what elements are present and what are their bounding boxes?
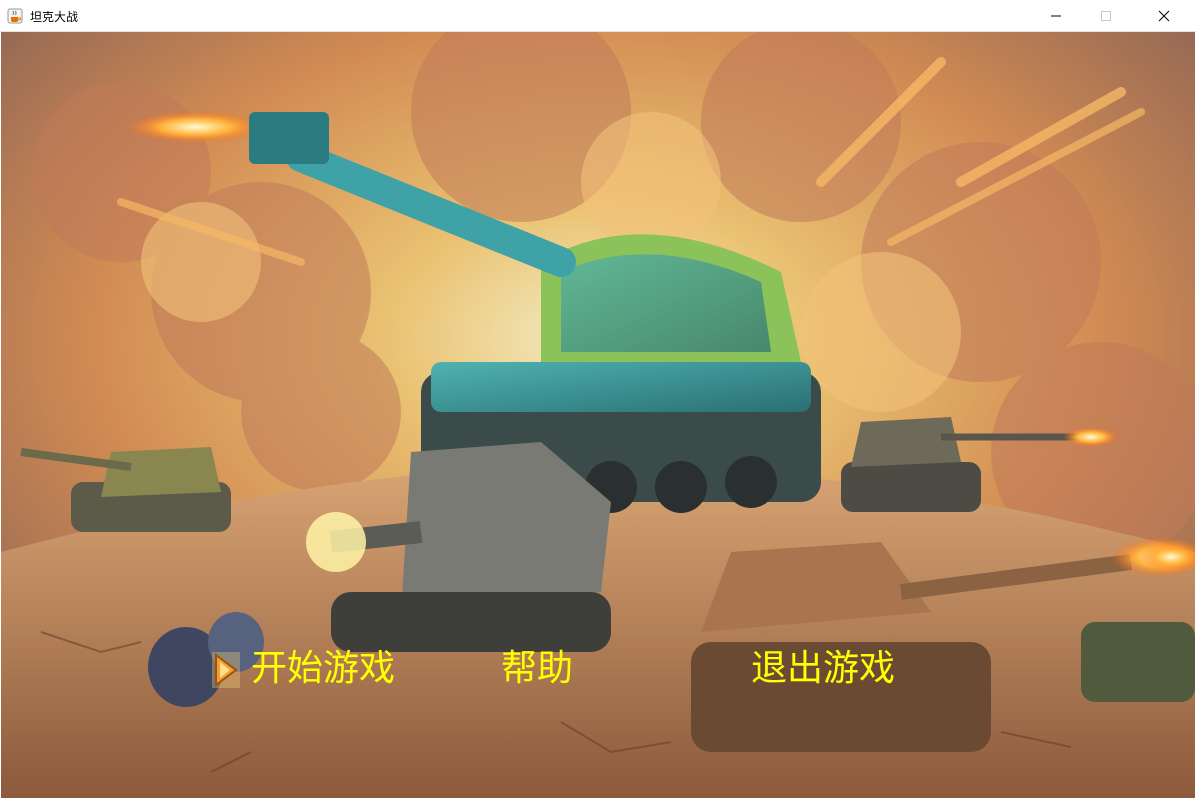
triangle-right-icon xyxy=(212,652,240,688)
maximize-button[interactable] xyxy=(1082,0,1128,31)
battle-background-illustration xyxy=(1,32,1195,798)
title-bar[interactable]: 坦克大战 xyxy=(0,0,1196,32)
window-title: 坦克大战 xyxy=(30,10,79,24)
close-button[interactable] xyxy=(1140,0,1186,31)
game-canvas[interactable]: 开始游戏 帮助 退出游戏 xyxy=(1,32,1195,798)
close-icon xyxy=(1158,10,1170,22)
java-coffee-icon xyxy=(7,8,23,24)
app-window: 坦克大战 开始游戏 帮助 退出游戏 xyxy=(0,0,1196,798)
minimize-icon xyxy=(1051,15,1061,17)
menu-help[interactable]: 帮助 xyxy=(501,647,573,691)
menu-start-game[interactable]: 开始游戏 xyxy=(251,647,395,691)
menu-exit-game[interactable]: 退出游戏 xyxy=(751,647,895,691)
maximize-icon xyxy=(1101,11,1111,21)
minimize-button[interactable] xyxy=(1032,0,1078,31)
